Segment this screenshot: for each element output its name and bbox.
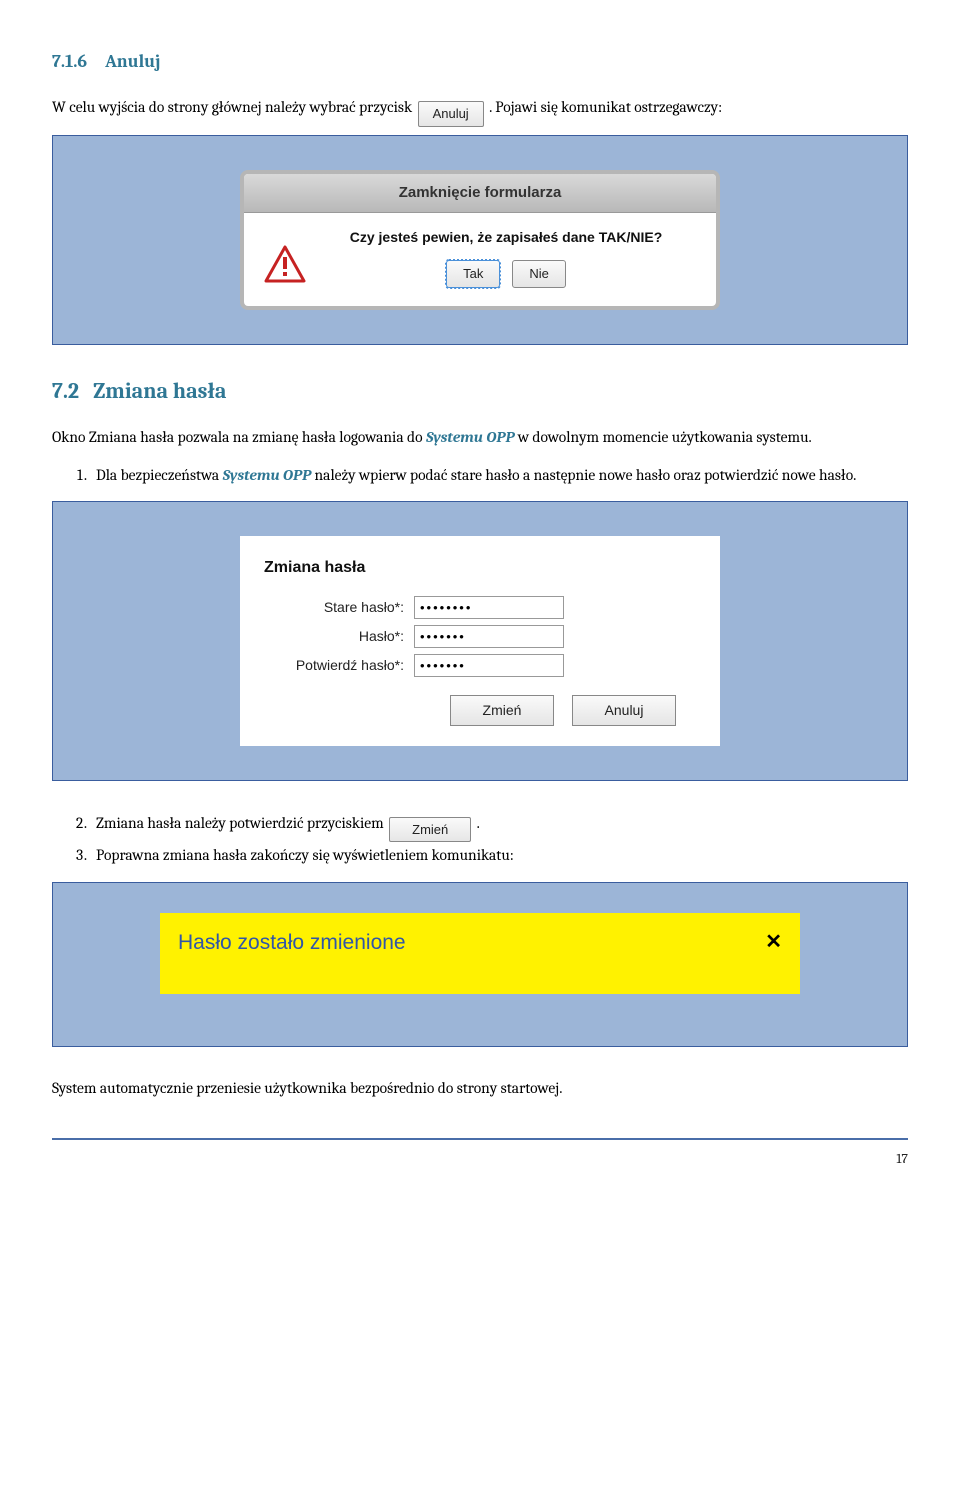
zmien-inline-wrapper: Zmień [389,817,471,843]
para-716-before: W celu wyjścia do strony głównej należy … [52,98,416,116]
item2-before: Zmiana hasła należy potwierdzić przycisk… [96,814,387,832]
old-password-label: Stare hasło*: [264,597,414,618]
list-item-3: Poprawna zmiana hasła zakończy się wyświ… [90,844,908,867]
system-name-1: Systemu OPP [426,428,514,446]
dialog-title: Zamknięcie formularza [244,174,716,214]
form-row-new: Hasło*: [264,625,696,648]
form-row-confirm: Potwierdź hasło*: [264,654,696,677]
dialog-yes-button[interactable]: Tak [446,260,500,288]
para-716-after: . Pojawi się komunikat ostrzegawczy: [489,98,722,116]
paragraph-716: W celu wyjścia do strony głównej należy … [52,95,908,121]
panel-title: Zmiana hasła [264,556,696,580]
new-password-input[interactable] [414,625,564,648]
confirm-password-input[interactable] [414,654,564,677]
heading-72: 7.2 Zmiana hasła [52,375,908,408]
confirm-password-label: Potwierdź hasło*: [264,655,414,676]
dialog-body: Czy jesteś pewien, że zapisałeś dane TAK… [244,213,716,306]
intro-after: w dowolnym momencie użytkowania systemu. [514,428,811,446]
item2-after: . [477,814,480,832]
form-buttons: Zmień Anuluj [264,695,696,726]
heading-716-number: 7.1.6 [52,51,87,72]
anuluj-button[interactable]: Anuluj [418,101,484,127]
heading-716: 7.1.6 Anuluj [52,48,908,75]
page-number: 17 [52,1148,908,1169]
intro-before: Okno Zmiana hasła pozwala na zmianę hasł… [52,428,426,446]
footer-rule [52,1138,908,1140]
heading-72-title: Zmiana hasła [93,378,226,404]
heading-716-title: Anuluj [105,51,160,72]
system-name-2: Systemu OPP [223,466,311,484]
new-password-label: Hasło*: [264,626,414,647]
cancel-button[interactable]: Anuluj [572,695,676,726]
item1-before: Dla bezpieczeństwa [96,466,223,484]
screenshot-frame-dialog: Zamknięcie formularza Czy jesteś pewien,… [52,135,908,346]
heading-72-number: 7.2 [52,378,79,404]
list-item-1: Dla bezpieczeństwa Systemu OPP należy wp… [90,464,908,487]
warning-icon [264,245,306,290]
form-row-old: Stare hasło*: [264,596,696,619]
item3-text: Poprawna zmiana hasła zakończy się wyświ… [96,846,514,864]
paragraph-72-intro: Okno Zmiana hasła pozwala na zmianę hasł… [52,426,908,449]
closing-paragraph: System automatycznie przeniesie użytkown… [52,1077,908,1100]
dialog-buttons: Tak Nie [306,260,706,288]
item1-after: należy wpierw podać stare hasło a następ… [311,466,856,484]
screenshot-frame-form: Zmiana hasła Stare hasło*: Hasło*: Potwi… [52,501,908,781]
confirm-dialog: Zamknięcie formularza Czy jesteś pewien,… [240,170,720,311]
list-item-2: Zmiana hasła należy potwierdzić przycisk… [90,811,908,837]
dialog-no-button[interactable]: Nie [512,260,566,288]
submit-button[interactable]: Zmień [450,695,554,726]
old-password-input[interactable] [414,596,564,619]
close-icon[interactable]: ✕ [765,927,782,957]
anuluj-inline-wrapper: Anuluj [418,101,484,127]
success-banner: Hasło zostało zmienione ✕ [160,913,800,995]
zmien-button[interactable]: Zmień [389,817,471,843]
password-change-panel: Zmiana hasła Stare hasło*: Hasło*: Potwi… [240,536,720,746]
numbered-list-2: Zmiana hasła należy potwierdzić przycisk… [90,811,908,868]
dialog-message: Czy jesteś pewien, że zapisałeś dane TAK… [300,227,706,248]
numbered-list: Dla bezpieczeństwa Systemu OPP należy wp… [90,464,908,487]
success-message: Hasło zostało zmienione [178,927,406,959]
screenshot-frame-banner: Hasło zostało zmienione ✕ [52,882,908,1048]
